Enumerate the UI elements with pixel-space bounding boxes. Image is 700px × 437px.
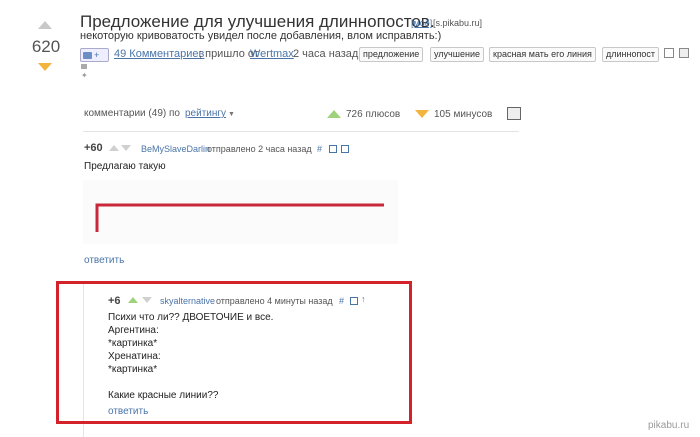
post-title[interactable]: Предложение для улучшения длиннопостов. [80, 12, 435, 32]
comment1-down-icon[interactable] [121, 145, 131, 151]
comment1-collapse-icon[interactable] [329, 145, 337, 153]
author-link[interactable]: Wertmax [250, 48, 294, 60]
comment1-text: Предлагаю такую [84, 161, 166, 172]
save-icon[interactable] [664, 48, 674, 58]
tag-uluchshenie[interactable]: улучшение [430, 47, 484, 62]
comment2-score: +6 [108, 295, 121, 307]
post-rating: 620 [31, 37, 61, 56]
comments-link[interactable]: 49 Комментариев [114, 48, 204, 60]
source-link[interactable]: [s.pikabu.ru] [433, 18, 482, 28]
comment1-hash[interactable]: # [317, 144, 322, 154]
share-count: + [94, 50, 100, 60]
comment1-image [83, 180, 398, 244]
sort-select[interactable]: рейтингу ▼ [185, 108, 235, 119]
mine-tag[interactable]: [моё] [411, 18, 432, 28]
hide-icon[interactable] [679, 48, 689, 58]
plus-icon [327, 110, 341, 118]
post-description: некоторую кривоватость увидел после доба… [80, 30, 442, 42]
comment2-line-1: Психи что ли?? ДВОЕТОЧИЕ и все. [108, 312, 274, 323]
post-time: 2 часа назад [293, 48, 359, 60]
comment2-up-arrow-icon[interactable]: ↑ [361, 294, 366, 304]
comment1-author[interactable]: BeMySlaveDarlin [141, 144, 210, 154]
vk-icon[interactable] [81, 64, 87, 69]
comment2-save-icon[interactable] [350, 297, 358, 305]
comment2-line-3: *картинка* [108, 338, 158, 349]
comment2-line-5: *картинка* [108, 364, 158, 375]
tag-krasnaya-liniya[interactable]: красная мать его линия [489, 47, 596, 62]
comment1-reply[interactable]: ответить [84, 255, 124, 266]
share-button[interactable]: + [80, 48, 109, 62]
watermark: pikabu.ru [648, 420, 690, 431]
comment2-hash[interactable]: # [339, 296, 344, 306]
rating-up-arrow[interactable] [38, 21, 52, 29]
comment2-reply[interactable]: ответить [108, 406, 148, 417]
twitter-icon[interactable]: ✦ [81, 71, 88, 80]
comment2-author[interactable]: skyalternative [160, 296, 215, 306]
image-toggle-icon[interactable] [507, 107, 521, 120]
comment2-down-icon[interactable] [142, 297, 152, 303]
red-line-graphic [95, 203, 384, 232]
comment2-line-7: Какие красные линии?? [108, 390, 219, 401]
minus-icon [415, 110, 429, 118]
comment2-up-icon[interactable] [128, 297, 138, 303]
comment1-meta: отправлено 2 часа назад [207, 144, 312, 154]
comment1-score: +60 [84, 142, 103, 154]
sort-value: рейтингу [185, 108, 227, 119]
divider [83, 131, 519, 132]
pluses-count: 726 плюсов [346, 109, 401, 120]
tag-dlinnopost[interactable]: длиннопост [602, 47, 659, 62]
comment1-save-icon[interactable] [341, 145, 349, 153]
tag-predlozhenie[interactable]: предложение [359, 47, 424, 62]
comment2-line-2: Аргентина: [108, 325, 159, 336]
comment2-meta: отправлено 4 минуты назад [216, 296, 333, 306]
minuses-count: 105 минусов [434, 109, 493, 120]
comments-label: комментарии (49) по [84, 108, 180, 119]
rating-down-arrow[interactable] [38, 63, 52, 71]
chevron-down-icon: ▼ [228, 111, 235, 118]
comment2-line-4: Хренатина: [108, 351, 161, 362]
camera-icon [83, 52, 92, 60]
comment1-up-icon[interactable] [109, 145, 119, 151]
